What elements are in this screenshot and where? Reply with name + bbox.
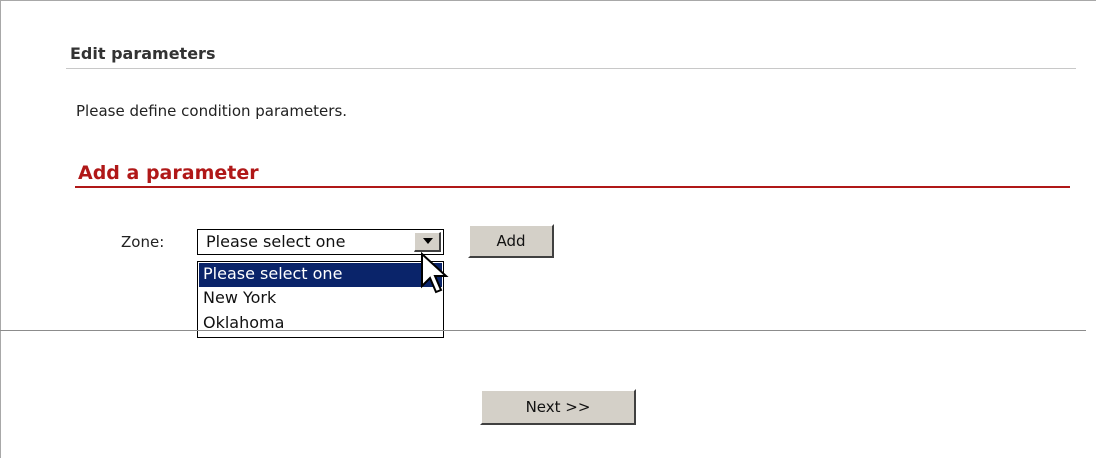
page-description: Please define condition parameters. bbox=[76, 102, 348, 120]
section-title: Add a parameter bbox=[78, 162, 259, 184]
add-button[interactable]: Add bbox=[468, 224, 554, 258]
section-divider bbox=[75, 186, 1070, 188]
zone-option-please-select[interactable]: Please select one bbox=[199, 263, 442, 287]
zone-option-oklahoma[interactable]: Oklahoma bbox=[199, 312, 442, 336]
zone-label: Zone: bbox=[121, 233, 165, 251]
mouse-pointer-icon bbox=[421, 252, 449, 294]
title-divider bbox=[66, 68, 1076, 69]
next-button[interactable]: Next >> bbox=[480, 389, 636, 425]
bottom-divider bbox=[0, 330, 1086, 331]
dropdown-arrow-button[interactable] bbox=[414, 232, 441, 252]
zone-option-label: New York bbox=[203, 288, 277, 307]
zone-option-label: Please select one bbox=[203, 264, 343, 283]
zone-dropdown-list: Please select one New York Oklahoma bbox=[197, 261, 444, 338]
zone-select-value: Please select one bbox=[206, 232, 346, 251]
page-title: Edit parameters bbox=[70, 44, 216, 63]
zone-option-new-york[interactable]: New York bbox=[199, 287, 442, 311]
zone-select[interactable]: Please select one bbox=[197, 229, 444, 255]
triangle-down-icon bbox=[423, 238, 433, 244]
